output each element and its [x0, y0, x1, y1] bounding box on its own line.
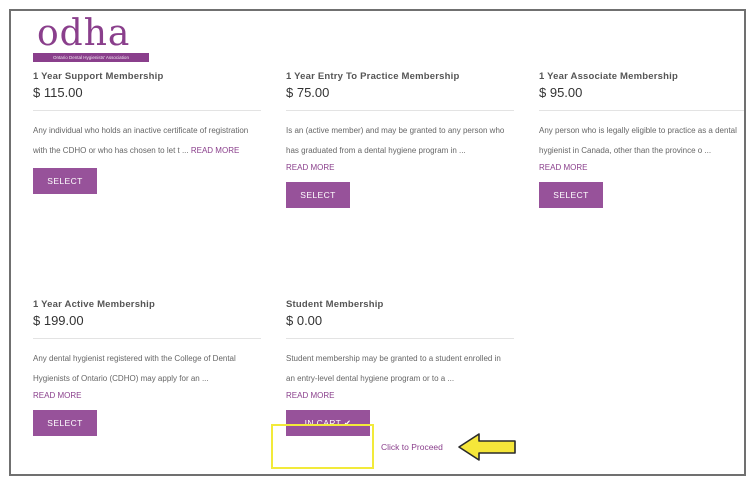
membership-description: Any individual who holds an inactive cer… — [33, 121, 265, 161]
membership-description: Any person who is legally eligible to pr… — [539, 121, 744, 161]
logo-wordmark: odha — [37, 13, 131, 54]
page-frame: odha Ontario Dental Hygienists' Associat… — [9, 9, 746, 476]
description-line: Any dental hygienist registered with the… — [33, 354, 236, 363]
click-to-proceed-link[interactable]: Click to Proceed — [381, 442, 443, 452]
read-more-link[interactable]: READ MORE — [539, 162, 744, 174]
description-line: an entry-level dental hygiene program or… — [286, 374, 455, 383]
divider — [539, 110, 744, 111]
membership-price: $ 95.00 — [539, 85, 583, 100]
membership-card-associate: 1 Year Associate Membership $ 95.00 Any … — [539, 71, 744, 208]
membership-price: $ 199.00 — [33, 313, 84, 328]
membership-price: $ 0.00 — [286, 313, 323, 328]
membership-card-support: 1 Year Support Membership $ 115.00 Any i… — [33, 71, 263, 194]
membership-price: $ 75.00 — [286, 85, 330, 100]
in-cart-highlight-box — [271, 424, 374, 469]
description-line: has graduated from a dental hygiene prog… — [286, 146, 466, 155]
odha-logo[interactable]: odha Ontario Dental Hygienists' Associat… — [33, 13, 155, 69]
membership-card-student: Student Membership $ 0.00 Student member… — [286, 299, 516, 436]
select-button[interactable]: SELECT — [286, 182, 350, 208]
divider — [286, 338, 514, 339]
arrow-left-icon — [458, 433, 516, 461]
read-more-link[interactable]: READ MORE — [33, 390, 263, 402]
description-line: Is an (active member) and may be granted… — [286, 126, 505, 135]
membership-card-entry-to-practice: 1 Year Entry To Practice Membership $ 75… — [286, 71, 516, 208]
membership-card-active: 1 Year Active Membership $ 199.00 Any de… — [33, 299, 263, 436]
logo-tagline: Ontario Dental Hygienists' Association — [33, 53, 149, 62]
read-more-link[interactable]: READ MORE — [286, 162, 516, 174]
read-more-link[interactable]: READ MORE — [191, 146, 239, 155]
divider — [33, 338, 261, 339]
membership-name: 1 Year Entry To Practice Membership — [286, 71, 460, 82]
description-line: Student membership may be granted to a s… — [286, 354, 501, 363]
membership-name: 1 Year Support Membership — [33, 71, 164, 82]
membership-price: $ 115.00 — [33, 85, 83, 100]
membership-description: Student membership may be granted to a s… — [286, 349, 518, 389]
membership-name: 1 Year Associate Membership — [539, 71, 678, 82]
membership-name: Student Membership — [286, 299, 384, 310]
divider — [33, 110, 261, 111]
description-line: Any person who is legally eligible to pr… — [539, 126, 737, 135]
membership-name: 1 Year Active Membership — [33, 299, 156, 310]
select-button[interactable]: SELECT — [539, 182, 603, 208]
description-line: with the CDHO or who has chosen to let t… — [33, 146, 189, 155]
select-button[interactable]: SELECT — [33, 168, 97, 194]
membership-description: Any dental hygienist registered with the… — [33, 349, 265, 389]
description-line: Any individual who holds an inactive cer… — [33, 126, 249, 135]
select-button[interactable]: SELECT — [33, 410, 97, 436]
read-more-link[interactable]: READ MORE — [286, 390, 516, 402]
description-line: hygienist in Canada, other than the prov… — [539, 146, 712, 155]
membership-description: Is an (active member) and may be granted… — [286, 121, 518, 161]
divider — [286, 110, 514, 111]
description-line: Hygienists of Ontario (CDHO) may apply f… — [33, 374, 209, 383]
